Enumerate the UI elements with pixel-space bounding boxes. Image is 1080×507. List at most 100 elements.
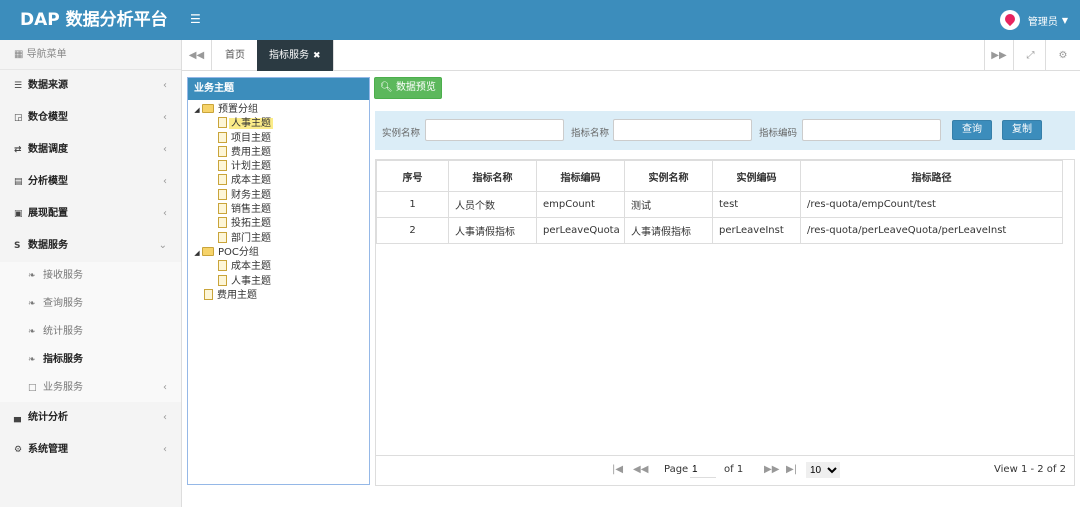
instance-name-input[interactable] (425, 119, 564, 141)
indicator-name-input[interactable] (613, 119, 752, 141)
file-icon (218, 188, 227, 200)
tree-node-group[interactable]: ◢ 预置分组 (188, 103, 369, 117)
chevron-left-icon: ‹ (163, 112, 167, 123)
column-header[interactable]: 实例编码 (712, 160, 801, 192)
sidebar-item-system[interactable]: ⚙ 系统管理 ‹ (0, 434, 181, 466)
scroll-left-icon[interactable]: ◀◀ (182, 40, 212, 71)
first-page-icon[interactable]: |◀ (612, 464, 623, 475)
table-cell: 人事请假指标 (448, 217, 537, 244)
instance-name-label: 实例名称 (382, 128, 421, 139)
sidebar-header: ▦ 导航菜单 (0, 40, 181, 70)
chevron-left-icon: ‹ (163, 412, 167, 423)
user-menu[interactable]: 管理员 ▼ (999, 8, 1068, 32)
leaf-icon: ❧ (28, 271, 36, 281)
sidebar-item-statistics[interactable]: ▄ 统计分析 ‹ (0, 402, 181, 434)
tree-node-item[interactable]: 成本主题 (188, 260, 369, 274)
user-name: 管理员 (1027, 16, 1058, 28)
sidebar-item-display-config[interactable]: ▣ 展现配置 ‹ (0, 198, 181, 230)
table-cell: empCount (536, 191, 625, 218)
data-service-submenu: ❧ 接收服务 ❧ 查询服务 ❧ 统计服务 ❧ 指标服务 □ 业务服务 ‹ (0, 262, 181, 402)
tab-home[interactable]: 首页 (213, 40, 258, 71)
table-cell: 测试 (624, 191, 713, 218)
sidebar-item-analysis-model[interactable]: ▤ 分析模型 ‹ (0, 166, 181, 198)
indicator-code-input[interactable] (802, 119, 941, 141)
data-preview-button[interactable]: 🔍︎ 数据预览 (374, 77, 442, 99)
fullscreen-icon[interactable]: ⤢ (1016, 40, 1046, 71)
tree-node-item[interactable]: 费用主题 (188, 288, 369, 303)
table-cell: 人事请假指标 (624, 217, 713, 244)
tree-node-item[interactable]: 项目主题 (188, 131, 369, 146)
file-icon (218, 145, 227, 157)
search-bar: 实例名称 指标名称 指标编码 查询 复制 (375, 111, 1075, 150)
leaf-icon: ❧ (28, 299, 36, 309)
tree-title: 业务主题 (188, 78, 369, 100)
page-label: Page (664, 464, 689, 475)
tree-node-item[interactable]: 销售主题 (188, 203, 369, 217)
sidebar-subitem-business[interactable]: □ 业务服务 ‹ (0, 374, 181, 402)
scroll-right-icon[interactable]: ▶▶ (984, 40, 1014, 71)
chevron-left-icon: ‹ (163, 144, 167, 155)
next-page-icon[interactable]: ▶▶ (764, 464, 779, 475)
tree-node-item[interactable]: 计划主题 (188, 160, 369, 174)
collapse-icon[interactable]: ◢ (192, 246, 202, 260)
collapse-icon[interactable]: ◢ (192, 103, 202, 117)
sidebar-subitem-query[interactable]: ❧ 查询服务 (0, 290, 181, 318)
menu-toggle-icon[interactable]: ☰ (190, 11, 206, 27)
table-header-row: 序号 指标名称 指标编码 实例名称 实例编码 指标路径 (376, 160, 1063, 192)
tree-node-item[interactable]: 部门主题 (188, 231, 369, 246)
sidebar: ▦ 导航菜单 ☰ 数据来源 ‹ ◲ 数仓模型 ‹ ⇄ 数据调度 ‹ ▤ 分析模型 ‹ ▣ 展现配置… (0, 40, 182, 507)
file-icon (218, 174, 227, 186)
tree-node-item[interactable]: 财务主题 (188, 188, 369, 203)
sidebar-item-warehouse-model[interactable]: ◲ 数仓模型 ‹ (0, 102, 181, 134)
column-header[interactable]: 指标名称 (448, 160, 537, 192)
sidebar-item-scheduling[interactable]: ⇄ 数据调度 ‹ (0, 134, 181, 166)
tree-node-group[interactable]: ◢ POC分组 (188, 246, 369, 260)
last-page-icon[interactable]: ▶| (786, 464, 797, 475)
tree-node-item[interactable]: 费用主题 (188, 145, 369, 160)
cubes-icon: ◲ (14, 113, 23, 123)
film-icon: ▣ (14, 209, 23, 219)
column-header[interactable]: 序号 (376, 160, 449, 192)
table-cell: test (712, 191, 801, 218)
prev-page-icon[interactable]: ◀◀ (633, 464, 648, 475)
sidebar-subitem-statistics[interactable]: ❧ 统计服务 (0, 318, 181, 346)
page-input[interactable] (690, 462, 716, 478)
indicator-name-label: 指标名称 (571, 128, 610, 139)
sidebar-subitem-indicator[interactable]: ❧ 指标服务 (0, 346, 181, 374)
top-navbar: DAP 数据分析平台 ☰ 管理员 ▼ (0, 0, 1080, 40)
table-cell: perLeaveInst (712, 217, 801, 244)
tree-node-item[interactable]: 人事主题 (188, 274, 369, 289)
grid-icon: ▦ (14, 49, 27, 60)
database-icon: ☰ (14, 81, 23, 91)
sidebar-item-data-source[interactable]: ☰ 数据来源 ‹ (0, 70, 181, 102)
sitemap-icon: ▤ (14, 177, 23, 187)
service-s-icon: S (14, 241, 21, 251)
column-header[interactable]: 实例名称 (624, 160, 713, 192)
file-icon (218, 274, 227, 286)
tab-indicator-service[interactable]: 指标服务 ✖ (257, 40, 334, 71)
chevron-left-icon: ‹ (163, 208, 167, 219)
search-icon: 🔍︎ (380, 82, 393, 93)
tree-node-item[interactable]: 人事主题 (188, 117, 369, 131)
file-icon (218, 117, 227, 129)
file-icon (218, 260, 227, 272)
table-row[interactable]: 2 人事请假指标 perLeaveQuota 人事请假指标 perLeaveIn… (376, 217, 1063, 244)
tree-node-item[interactable]: 成本主题 (188, 174, 369, 188)
copy-button[interactable]: 复制 (1002, 120, 1042, 140)
query-button[interactable]: 查询 (952, 120, 992, 140)
table-cell: 2 (376, 217, 449, 244)
close-icon[interactable]: ✖ (313, 51, 321, 61)
file-icon (218, 160, 227, 172)
column-header[interactable]: 指标编码 (536, 160, 625, 192)
page-size-select[interactable]: 10 (806, 462, 840, 478)
shuffle-icon: ⇄ (14, 145, 22, 155)
column-header[interactable]: 指标路径 (800, 160, 1063, 192)
sidebar-subitem-receive[interactable]: ❧ 接收服务 (0, 262, 181, 290)
chevron-left-icon: ‹ (163, 444, 167, 455)
tree-node-item[interactable]: 投拓主题 (188, 217, 369, 231)
table-row[interactable]: 1 人员个数 empCount 测试 test /res-quota/empCo… (376, 191, 1063, 218)
sidebar-item-data-service[interactable]: S 数据服务 ⌄ (0, 230, 181, 262)
chevron-down-icon: ⌄ (158, 240, 167, 251)
file-icon (218, 217, 227, 229)
gear-icon[interactable]: ⚙ (1048, 40, 1078, 71)
